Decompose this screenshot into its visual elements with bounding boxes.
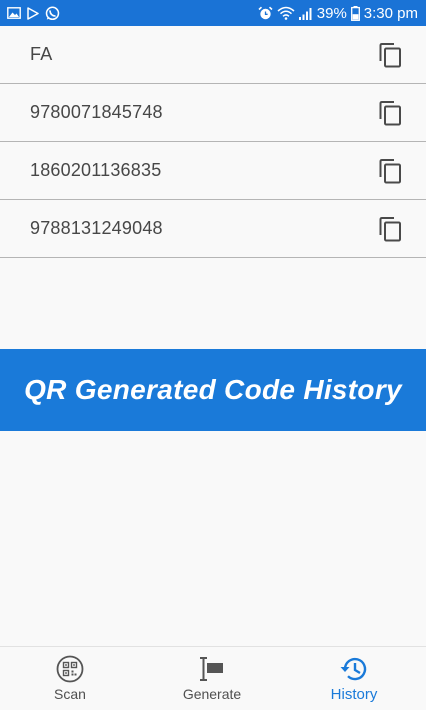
battery-percentage: 39% (316, 4, 347, 22)
history-item-text: 9780071845748 (30, 102, 163, 122)
signal-icon (298, 7, 313, 20)
battery-icon (350, 5, 360, 21)
copy-button[interactable] (376, 157, 404, 185)
list-item[interactable]: 9788131249048 (0, 200, 426, 258)
list-item[interactable]: 1860201136835 (0, 142, 426, 200)
history-list: FA 9780071845748 1860201136835 978813124… (0, 26, 426, 258)
bottom-navigation: Scan Generate History (0, 646, 426, 710)
wifi-icon (277, 6, 295, 20)
history-item-text: 9788131249048 (30, 218, 163, 238)
nav-label: History (330, 686, 378, 703)
history-banner: QR Generated Code History (0, 349, 426, 431)
generate-icon (198, 655, 226, 683)
copy-button[interactable] (376, 215, 404, 243)
status-notifications (7, 6, 60, 21)
nav-generate[interactable]: Generate (152, 647, 272, 710)
history-item-text: FA (30, 44, 53, 64)
history-item-text: 1860201136835 (30, 160, 162, 180)
list-item[interactable]: 9780071845748 (0, 84, 426, 142)
status-bar: 39% 3:30 pm (0, 0, 426, 26)
qr-scan-icon (56, 655, 84, 683)
copy-button[interactable] (376, 41, 404, 69)
copy-icon (379, 43, 401, 68)
nav-scan[interactable]: Scan (10, 647, 130, 710)
list-item[interactable]: FA (0, 26, 426, 84)
whatsapp-icon (45, 6, 60, 21)
gallery-icon (7, 7, 21, 19)
nav-label: Scan (54, 686, 86, 702)
copy-icon (379, 101, 401, 126)
app-screen: 39% 3:30 pm FA 9780071845748 18602011368… (0, 0, 426, 710)
clock: 3:30 pm (363, 4, 418, 22)
nav-history[interactable]: History (294, 647, 414, 710)
copy-button[interactable] (376, 99, 404, 127)
banner-title: QR Generated Code History (24, 374, 402, 405)
play-store-icon (27, 6, 39, 20)
alarm-icon (258, 6, 273, 21)
copy-icon (379, 159, 401, 184)
status-system: 39% 3:30 pm (258, 5, 418, 22)
copy-icon (379, 217, 401, 242)
history-icon (339, 655, 369, 683)
nav-label: Generate (182, 686, 242, 702)
